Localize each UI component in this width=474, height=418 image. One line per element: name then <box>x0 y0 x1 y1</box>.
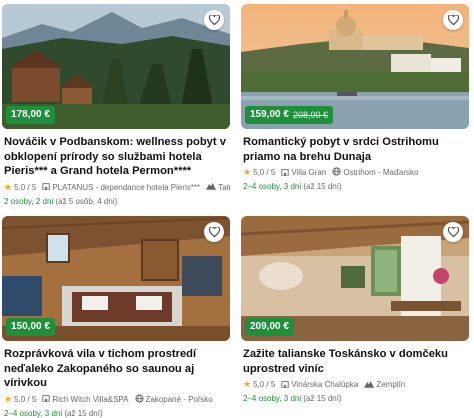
duration-extra: (až 15 dní) <box>64 408 103 418</box>
offer-title[interactable]: Rozprávková vila v tichom prostredí neďa… <box>4 347 230 391</box>
heart-icon <box>447 15 459 25</box>
offer-meta: ★ 5,0 / 5 Villa Gran Ostrihom - Maďarsko <box>243 167 469 178</box>
duration-extra: (až 5 osôb, 4 dni) <box>55 196 118 206</box>
offer-photo[interactable]: 150,00 € <box>2 216 230 341</box>
favorite-button[interactable] <box>443 222 463 242</box>
offer-title[interactable]: Nováčik v Podbanskom: wellness pobyt v o… <box>4 135 230 179</box>
favorite-button[interactable] <box>204 10 224 30</box>
price: 150,00 € <box>11 321 50 332</box>
offer-photo[interactable]: 209,00 € <box>241 216 469 341</box>
hotel-name: Vinárska Chalúpka <box>291 380 359 389</box>
duration-extra: (až 15 dní) <box>303 394 342 403</box>
star-icon: ★ <box>243 167 252 177</box>
location: Zemplín <box>376 380 406 389</box>
heart-icon <box>208 15 220 25</box>
location: Tatry <box>218 182 230 192</box>
old-price: 208,00 € <box>292 110 328 120</box>
price: 209,00 € <box>250 321 289 332</box>
offer-photo[interactable]: 178,00 € <box>2 4 230 129</box>
star-icon: ★ <box>4 393 13 404</box>
duration-main: 2–4 osoby, 3 dni <box>4 408 63 418</box>
rating: 5,0 / 5 <box>14 394 37 404</box>
favorite-button[interactable] <box>443 10 463 30</box>
star-icon: ★ <box>243 379 252 389</box>
globe-icon <box>332 167 341 178</box>
star-icon: ★ <box>4 181 13 192</box>
price: 178,00 € <box>11 109 50 120</box>
price-badge: 150,00 € <box>6 318 55 336</box>
building-icon <box>281 380 290 390</box>
hotel-name: Villa Gran <box>291 168 327 177</box>
mountain-icon <box>206 182 217 192</box>
offer-card[interactable]: 209,00 € Zažite talianske Toskánsko v do… <box>241 216 469 403</box>
building-icon <box>281 168 290 178</box>
building-icon <box>42 182 51 192</box>
rating: 5,0 / 5 <box>253 380 276 389</box>
offer-photo[interactable]: 159,00 € 208,00 € <box>241 4 469 129</box>
offer-meta: ★ 5,0 / 5 Vinárska Chalúpka Zemplín <box>243 379 469 390</box>
mountain-icon <box>364 380 375 390</box>
duration: 2 osoby, 2 dni (až 5 osôb, 4 dni) <box>4 197 230 206</box>
building-icon <box>42 394 51 404</box>
price-badge: 178,00 € <box>6 106 55 124</box>
price-badge: 209,00 € <box>245 318 294 336</box>
rating: 5,0 / 5 <box>253 168 276 177</box>
globe-icon <box>134 393 144 405</box>
offer-title[interactable]: Zažite talianske Toskánsko v domčeku upr… <box>243 347 469 376</box>
offer-meta: ★ 5,0 / 5 PLATANUS - dependance hotela Pi… <box>4 182 230 193</box>
hotel-name: Rich Witch Villa&SPA <box>52 394 129 404</box>
price-badge: 159,00 € 208,00 € <box>245 106 333 124</box>
offer-card[interactable]: 150,00 € Rozprávková vila v tichom prost… <box>2 216 230 418</box>
rating: 5,0 / 5 <box>14 182 37 192</box>
duration: 2–4 osoby, 3 dni (až 15 dní) <box>4 409 230 418</box>
price: 159,00 € <box>250 109 289 120</box>
favorite-button[interactable] <box>204 222 224 242</box>
location: Ostrihom - Maďarsko <box>343 168 419 177</box>
duration: 2–4 osoby, 3 dni (až 15 dní) <box>243 182 469 191</box>
heart-icon <box>447 227 459 237</box>
hotel-name: PLATANUS - dependance hotela Pieris*** <box>52 182 201 192</box>
offer-card[interactable]: 178,00 € Nováčik v Podbanskom: wellness … <box>2 4 230 206</box>
heart-icon <box>208 227 220 237</box>
duration-main: 2–4 osoby, 3 dni <box>243 394 302 403</box>
duration: 2–4 osoby, 3 dni (až 15 dní) <box>243 394 469 403</box>
location: Zakopané - Poľsko <box>145 394 213 404</box>
duration-extra: (až 15 dní) <box>303 182 342 191</box>
offer-card[interactable]: 159,00 € 208,00 € Romantický pobyt v srd… <box>241 4 469 191</box>
duration-main: 2–4 osoby, 3 dni <box>243 182 302 191</box>
offer-meta: ★ 5,0 / 5 Rich Witch Villa&SPA Zakopané -… <box>4 394 230 405</box>
duration-main: 2 osoby, 2 dni <box>4 196 54 206</box>
offer-title[interactable]: Romantický pobyt v srdci Ostrihomu priam… <box>243 135 469 164</box>
